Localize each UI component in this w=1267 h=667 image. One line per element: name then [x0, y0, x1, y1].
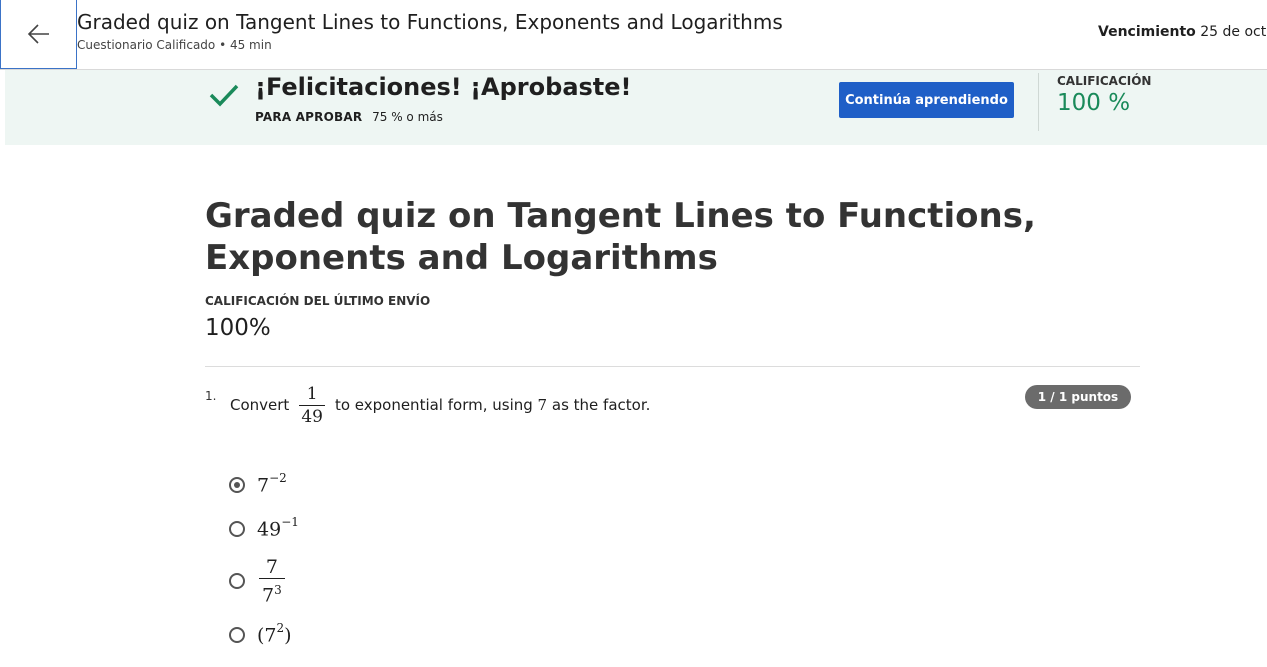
banner-divider: [1038, 73, 1039, 131]
radio-button[interactable]: [229, 573, 245, 590]
option-base: 49: [257, 518, 282, 541]
grade-value: 100 %: [1057, 90, 1131, 116]
points-badge: 1 / 1 puntos: [1025, 385, 1131, 409]
arrow-left-icon: [27, 24, 49, 44]
radio-button-selected[interactable]: [229, 476, 245, 493]
success-banner: ¡Felicitaciones! ¡Aprobaste! PARA APROBA…: [5, 70, 1267, 145]
option-den-base: 7: [262, 584, 275, 607]
option-label: 49−1: [257, 515, 299, 541]
option-base: 7: [264, 624, 277, 647]
top-header: Graded quiz on Tangent Lines to Function…: [0, 0, 1267, 70]
option-denominator: 73: [259, 578, 285, 606]
fraction-denominator: 49: [299, 404, 325, 427]
divider: [205, 366, 1140, 367]
last-submission-label: CALIFICACIÓN DEL ÚLTIMO ENVÍO: [205, 294, 431, 308]
continue-learning-button[interactable]: Continúa aprendiendo: [839, 82, 1014, 118]
option-close-paren: ): [284, 624, 292, 647]
passing-requirement: PARA APROBAR 75 % o más: [255, 110, 443, 124]
question-prefix: Convert: [230, 396, 290, 414]
last-submission-grade: 100%: [205, 315, 271, 341]
banner-title: ¡Felicitaciones! ¡Aprobaste!: [255, 73, 632, 101]
answer-option[interactable]: 7 73: [229, 556, 285, 606]
due-date: Vencimiento 25 de oct. 2:: [1098, 24, 1267, 40]
answer-option[interactable]: (72): [229, 621, 292, 647]
fraction-numerator: 1: [306, 383, 318, 404]
answer-option[interactable]: 7−2: [229, 471, 287, 497]
option-exponent: −1: [281, 515, 299, 529]
question-fraction: 1 49: [299, 383, 325, 428]
question-suffix: as the factor.: [551, 396, 651, 414]
option-den-exponent: 3: [274, 583, 282, 597]
option-exponent: −2: [269, 471, 287, 485]
option-base: 7: [257, 474, 270, 497]
grade-label: CALIFICACIÓN: [1057, 74, 1152, 88]
option-exponent: 2: [276, 621, 285, 635]
radio-button[interactable]: [229, 520, 245, 537]
header-title: Graded quiz on Tangent Lines to Function…: [77, 10, 783, 34]
question-middle: to exponential form, using: [334, 396, 533, 414]
option-label: (72): [257, 621, 292, 647]
question-text: Convert 1 49 to exponential form, using …: [230, 380, 650, 430]
answer-option[interactable]: 49−1: [229, 515, 299, 541]
quiz-title: Graded quiz on Tangent Lines to Function…: [205, 196, 1036, 278]
option-numerator: 7: [265, 556, 278, 578]
header-subtitle: Cuestionario Calificado • 45 min: [77, 38, 272, 52]
back-button[interactable]: [0, 0, 77, 69]
pass-label: PARA APROBAR: [255, 110, 363, 124]
checkmark-icon: [209, 84, 239, 107]
pass-value: 75 % o más: [372, 110, 443, 124]
due-label: Vencimiento: [1098, 24, 1196, 40]
due-value: 25 de oct. 2:: [1200, 24, 1267, 40]
option-label: 7−2: [257, 471, 287, 497]
option-fraction: 7 73: [259, 556, 285, 606]
question-factor: 7: [537, 396, 548, 414]
radio-button[interactable]: [229, 626, 245, 643]
question-number: 1.: [205, 389, 217, 403]
